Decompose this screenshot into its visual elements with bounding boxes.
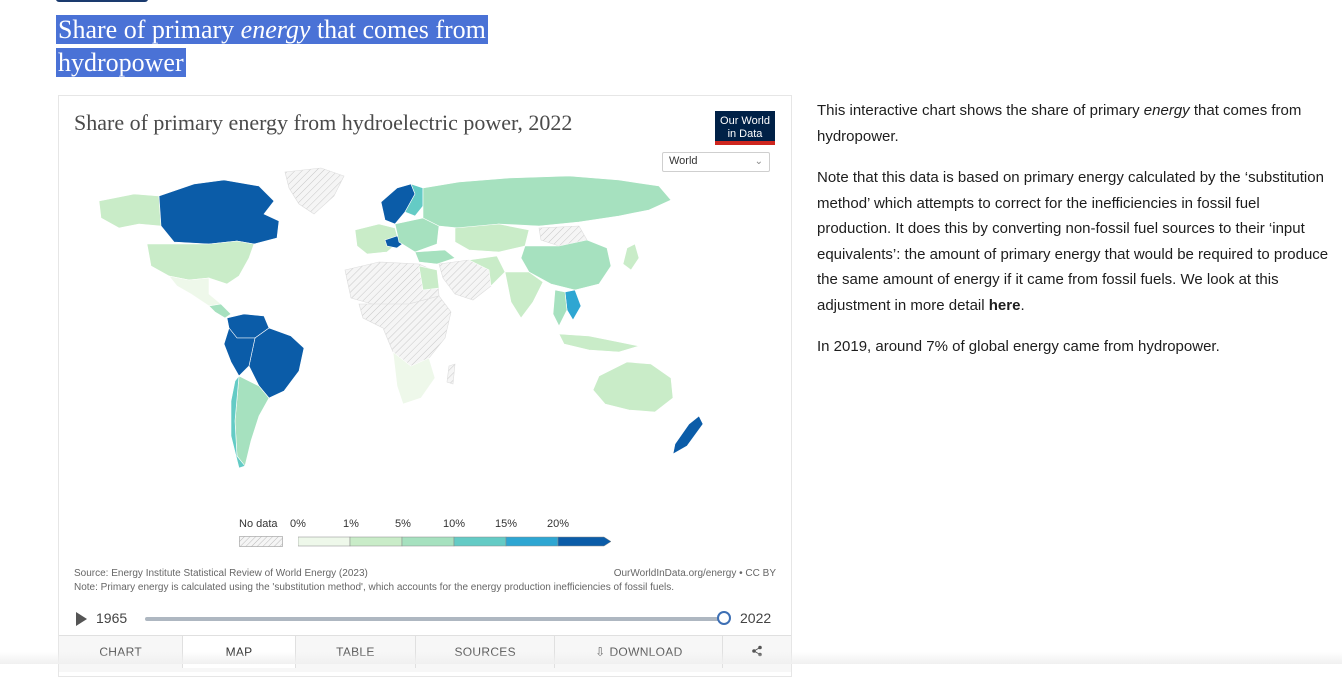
play-icon[interactable] (76, 612, 87, 626)
page-title: Share of primary energy that comes from … (56, 15, 488, 77)
map-region-usa[interactable] (146, 240, 255, 285)
map-region-eastern-europe[interactable] (394, 217, 440, 253)
timeline-end-label: 2022 (740, 610, 772, 626)
legend-bin-2: 5% (395, 518, 411, 530)
legend-bin-1: 1% (343, 518, 359, 530)
map-region-kazakhstan-central-asia[interactable] (454, 223, 530, 253)
chart-source: Source: Energy Institute Statistical Rev… (74, 567, 776, 595)
bottom-fade (0, 652, 1342, 664)
here-link[interactable]: here (989, 297, 1021, 314)
chart-title: Share of primary energy from hydroelectr… (74, 110, 573, 135)
map-region-greenland[interactable] (284, 167, 345, 215)
map-region-southeast-asia[interactable] (552, 289, 568, 327)
timeline-slider-track[interactable] (145, 617, 725, 621)
credit-link[interactable]: OurWorldInData.org/energy • CC BY (614, 567, 776, 581)
map-region-central-america[interactable] (208, 303, 232, 319)
paragraph-intro: This interactive chart shows the share o… (817, 102, 1302, 145)
map-region-russia[interactable] (422, 175, 672, 229)
map-region-vietnam[interactable] (564, 289, 582, 321)
map-region-turkey[interactable] (414, 249, 456, 265)
legend-no-data-swatch (239, 536, 283, 547)
world-map[interactable] (59, 166, 791, 506)
map-region-australia[interactable] (592, 361, 674, 413)
map-region-indonesia[interactable] (558, 333, 640, 353)
paragraph-note: Note that this data is based on primary … (817, 169, 1329, 314)
map-region-mexico[interactable] (168, 275, 222, 307)
map-region-canada[interactable] (158, 179, 280, 245)
timeline: 1965 2022 (59, 608, 791, 630)
legend-bin-5: 20% (547, 518, 570, 530)
paragraph-summary: In 2019, around 7% of global energy came… (817, 338, 1220, 355)
legend-bin-4: 15% (495, 518, 518, 530)
map-region-new-zealand[interactable] (672, 415, 704, 455)
map-region-japan[interactable] (622, 243, 640, 271)
legend-color-bar (298, 536, 612, 547)
timeline-start-label: 1965 (96, 610, 128, 626)
map-region-india[interactable] (504, 271, 544, 319)
timeline-slider-handle[interactable] (717, 611, 731, 625)
legend-bin-3: 10% (443, 518, 466, 530)
legend-bin-0: 0% (290, 518, 306, 530)
chart-card: Share of primary energy from hydroelectr… (58, 95, 792, 677)
owid-logo[interactable]: Our World in Data (715, 111, 775, 145)
article-text: This interactive chart shows the share o… (817, 98, 1337, 376)
map-region-alaska[interactable] (98, 193, 162, 229)
map-region-central-africa[interactable] (358, 295, 452, 367)
note-text: Note: Primary energy is calculated using… (74, 582, 675, 593)
map-region-madagascar[interactable] (446, 363, 456, 385)
header-stub (56, 0, 148, 2)
map-legend: No data 0% 1% 5% 10% 15% 20% (237, 518, 637, 548)
legend-no-data-label: No data (239, 518, 278, 530)
